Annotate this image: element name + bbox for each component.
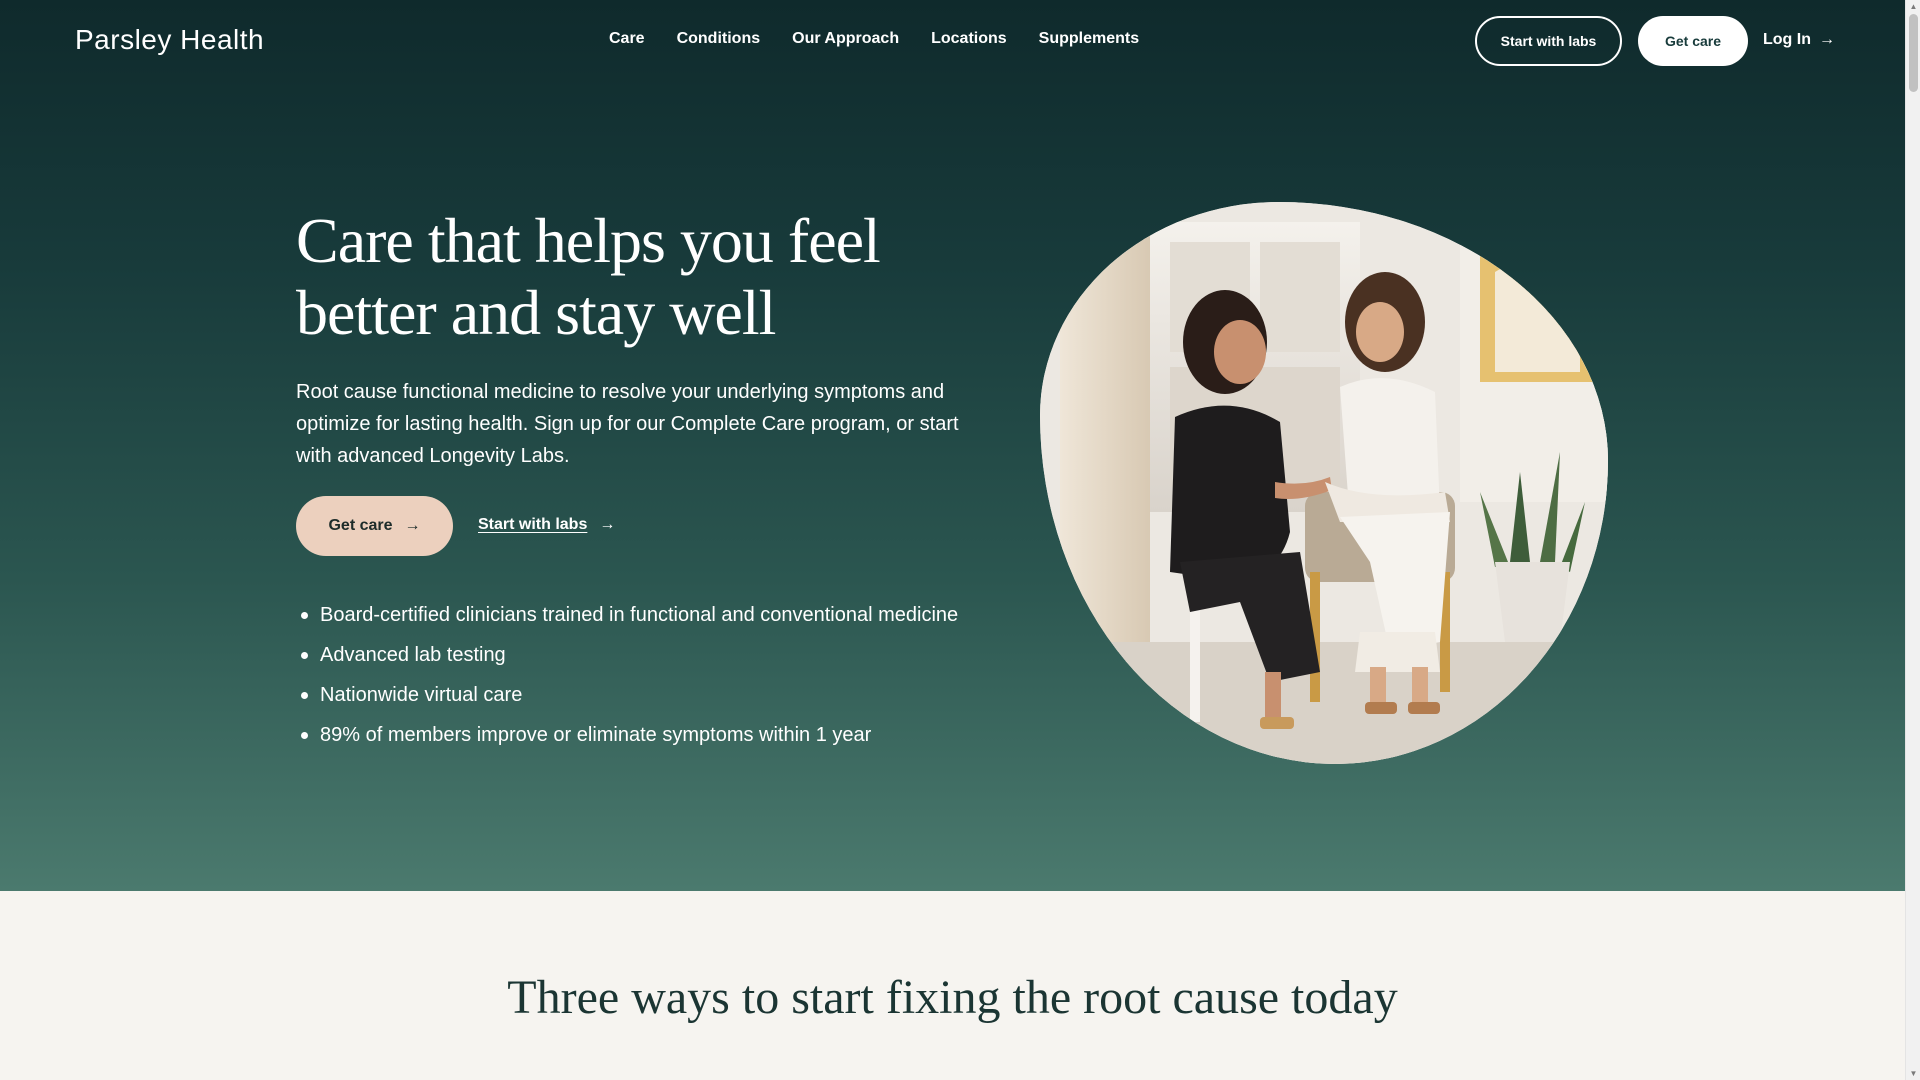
get-care-header-button[interactable]: Get care	[1638, 16, 1748, 66]
benefits-list: Board-certified clinicians trained in fu…	[296, 595, 1016, 755]
list-item: Advanced lab testing	[296, 635, 1016, 675]
nav-supplements[interactable]: Supplements	[1039, 30, 1139, 48]
arrow-right-icon: →	[404, 517, 421, 534]
get-care-label: Get care	[328, 517, 393, 534]
section-heading: Three ways to start fixing the root caus…	[507, 971, 1398, 1024]
login-link[interactable]: Log In →	[1763, 31, 1835, 49]
list-item: Board-certified clinicians trained in fu…	[296, 595, 1016, 635]
nav-care[interactable]: Care	[609, 30, 645, 48]
hero-headline: Care that helps you feel better and stay…	[296, 205, 881, 348]
nav-conditions[interactable]: Conditions	[677, 30, 761, 48]
arrow-right-icon: →	[599, 516, 616, 533]
login-label: Log In	[1763, 31, 1811, 48]
start-with-labs-label: Start with labs	[478, 516, 588, 533]
list-item: Nationwide virtual care	[296, 675, 1016, 715]
arrow-right-icon: →	[1818, 31, 1835, 48]
start-with-labs-button[interactable]: Start with labs	[1475, 16, 1622, 66]
scrollbar-thumb[interactable]	[1909, 14, 1918, 92]
get-care-button[interactable]: Get care →	[296, 496, 453, 556]
hero-section: Parsley Health Care Conditions Our Appro…	[0, 0, 1905, 891]
three-ways-section: Three ways to start fixing the root caus…	[0, 891, 1905, 1080]
main-nav: Care Conditions Our Approach Locations S…	[609, 30, 1171, 48]
nav-our-approach[interactable]: Our Approach	[792, 30, 899, 48]
scroll-up-icon[interactable]: ▲	[1909, 2, 1918, 11]
scroll-down-icon[interactable]: ▼	[1909, 1069, 1918, 1078]
hero-subcopy: Root cause functional medicine to resolv…	[296, 381, 959, 467]
hero-photo	[1040, 202, 1608, 764]
start-with-labs-link[interactable]: Start with labs →	[478, 516, 615, 534]
page-scrollbar[interactable]: ▲ ▼	[1905, 0, 1920, 1080]
clinic-consultation-illustration	[1040, 202, 1608, 764]
logo[interactable]: Parsley Health	[75, 24, 264, 56]
nav-locations[interactable]: Locations	[931, 30, 1007, 48]
list-item: 89% of members improve or eliminate symp…	[296, 715, 1016, 755]
